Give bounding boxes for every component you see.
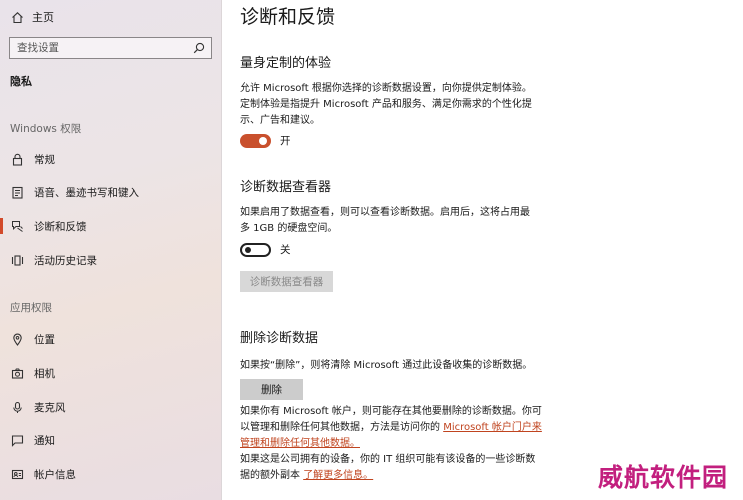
- diagnostic-viewer-toggle-row: 关: [240, 242, 291, 257]
- diagnostic-viewer-toggle[interactable]: [240, 242, 271, 257]
- account-icon: [10, 467, 24, 481]
- feedback-icon: [10, 219, 24, 233]
- delete-description: 如果按“删除”，则将清除 Microsoft 通过此设备收集的诊断数据。: [240, 360, 533, 371]
- diagnostic-viewer-heading: 诊断数据查看器: [240, 180, 332, 195]
- timeline-icon: [10, 253, 24, 267]
- location-icon: [10, 332, 24, 346]
- search-input[interactable]: [17, 42, 187, 54]
- sidebar-item-label: 相机: [34, 367, 55, 380]
- lock-icon: [10, 152, 24, 166]
- microsoft-account-portal-link[interactable]: Microsoft 帐户门户来: [443, 422, 542, 433]
- main-content: 诊断和反馈 量身定制的体验 允许 Microsoft 根据你选择的诊断数据设置，…: [240, 0, 740, 500]
- delete-diagnostic-data-heading: 删除诊断数据: [240, 331, 319, 346]
- sidebar-item-speech-inking-typing[interactable]: 语音、墨迹书写和键入: [0, 181, 221, 203]
- sidebar-item-location[interactable]: 位置: [0, 328, 221, 350]
- home-nav-item[interactable]: 主页: [10, 8, 54, 26]
- sidebar-item-general[interactable]: 常规: [0, 148, 221, 170]
- tailored-experiences-toggle-row: 开: [240, 133, 291, 148]
- delete-button[interactable]: 删除: [240, 379, 303, 400]
- sidebar-item-label: 麦克风: [34, 401, 66, 414]
- sidebar-item-notifications[interactable]: 通知: [0, 429, 221, 451]
- sidebar-item-activity-history[interactable]: 活动历史记录: [0, 249, 221, 271]
- microsoft-account-portal-link-continued[interactable]: 管理和删除任何其他数据。: [240, 438, 360, 449]
- page-title: 诊断和反馈: [240, 6, 336, 28]
- search-box[interactable]: [9, 37, 212, 59]
- privacy-section-title: 隐私: [10, 75, 32, 88]
- sidebar-item-microphone[interactable]: 麦克风: [0, 396, 221, 418]
- sidebar-item-label: 位置: [34, 333, 55, 346]
- learn-more-link[interactable]: 了解更多信息。: [303, 470, 373, 481]
- windows-permissions-group-label: Windows 权限: [10, 123, 82, 135]
- sidebar-item-label: 活动历史记录: [34, 254, 97, 267]
- toggle-state-label: 关: [280, 244, 291, 256]
- microsoft-account-description: 如果你有 Microsoft 帐户，则可能存在其他要删除的诊断数据。你可 以管理…: [240, 406, 542, 481]
- notepad-icon: [10, 185, 24, 199]
- tailored-experiences-description: 允许 Microsoft 根据你选择的诊断数据设置，向你提供定制体验。 定制体验…: [240, 83, 532, 126]
- sidebar: 主页 隐私 Windows 权限 常规 语音、墨迹书写和键入 诊断和反馈 活动历…: [0, 0, 222, 500]
- sidebar-item-label: 诊断和反馈: [34, 220, 87, 233]
- search-icon[interactable]: [193, 39, 205, 58]
- sidebar-item-label: 常规: [34, 153, 55, 166]
- open-diagnostic-viewer-button[interactable]: 诊断数据查看器: [240, 271, 333, 292]
- sidebar-item-label: 语音、墨迹书写和键入: [34, 186, 139, 199]
- home-label: 主页: [32, 11, 54, 24]
- sidebar-item-label: 通知: [34, 434, 55, 447]
- notification-icon: [10, 433, 24, 447]
- app-permissions-group-label: 应用权限: [10, 302, 52, 314]
- tailored-experiences-heading: 量身定制的体验: [240, 56, 332, 71]
- toggle-state-label: 开: [280, 135, 291, 147]
- microphone-icon: [10, 400, 24, 414]
- sidebar-item-diagnostics-feedback[interactable]: 诊断和反馈: [0, 215, 221, 237]
- sidebar-item-camera[interactable]: 相机: [0, 362, 221, 384]
- camera-icon: [10, 366, 24, 380]
- sidebar-item-label: 帐户信息: [34, 468, 76, 481]
- diagnostic-viewer-description: 如果启用了数据查看，则可以查看诊断数据。启用后，这将占用最 多 1GB 的硬盘空…: [240, 207, 530, 234]
- tailored-experiences-toggle[interactable]: [240, 133, 271, 148]
- watermark: 威航软件园: [598, 463, 729, 492]
- sidebar-item-account-info[interactable]: 帐户信息: [0, 463, 221, 485]
- home-icon: [10, 10, 24, 24]
